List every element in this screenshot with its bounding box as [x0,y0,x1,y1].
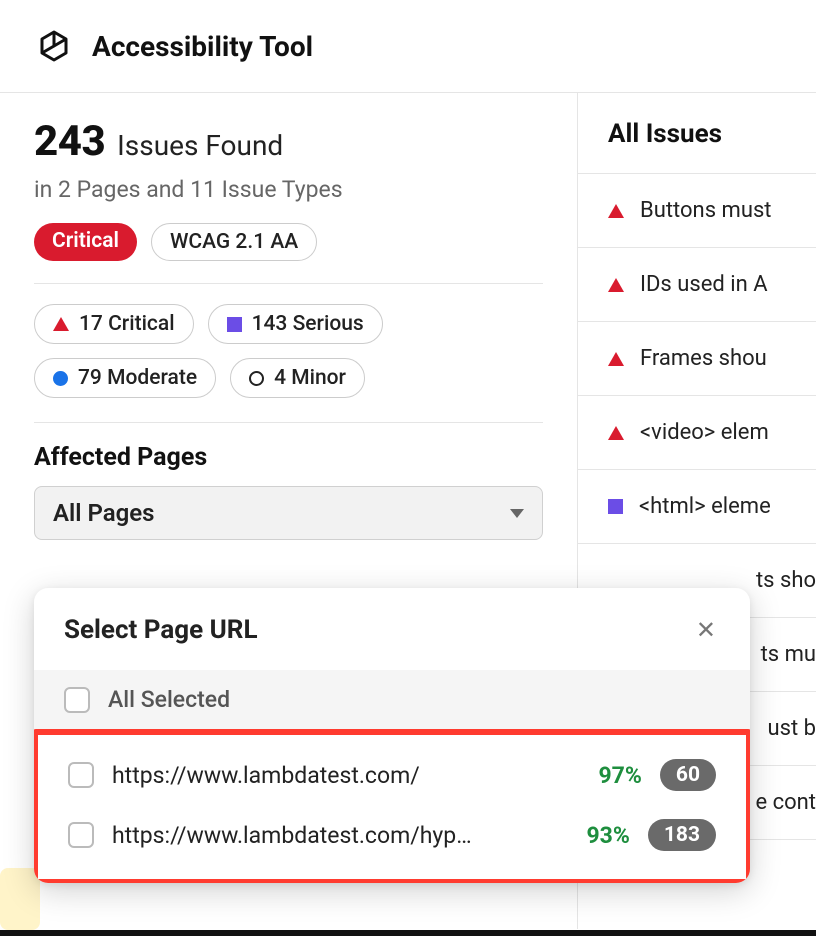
page-url-popover: Select Page URL ✕ All Selected https://w… [34,588,750,883]
issues-subline: in 2 Pages and 11 Issue Types [34,176,543,203]
serious-icon [227,317,242,332]
issues-count: 243 [34,117,105,166]
popover-title: Select Page URL [64,615,258,645]
minor-icon [249,371,264,386]
issue-text: ust b [768,716,816,741]
chip-serious-label: 143 Serious [252,312,364,336]
app-header: Accessibility Tool [0,0,816,93]
chip-critical[interactable]: 17 Critical [34,304,194,344]
issue-text: e cont [755,790,816,815]
background-card [0,868,40,930]
critical-icon [608,352,624,366]
issue-row[interactable]: <html> eleme [578,470,816,544]
page-url-row[interactable]: https://www.lambdatest.com/ 97% 60 [38,745,746,805]
chip-serious[interactable]: 143 Serious [208,304,383,344]
bottom-shadow [0,930,816,936]
chip-critical-label: 17 Critical [79,312,175,336]
critical-icon [608,204,624,218]
issues-panel-title: All Issues [578,93,816,174]
issue-text: ts sho [756,568,816,593]
serious-icon [608,499,623,514]
critical-icon [608,278,624,292]
pages-dropdown-label: All Pages [53,499,155,527]
app-logo-icon [34,26,74,66]
affected-pages-title: Affected Pages [34,443,543,472]
page-percentage: 93% [586,822,629,849]
issue-text: ts mu [761,642,816,667]
all-selected-row[interactable]: All Selected [34,670,750,729]
checkbox-all[interactable] [64,687,90,713]
page-url-list-highlight: https://www.lambdatest.com/ 97% 60 https… [34,729,750,883]
pages-dropdown[interactable]: All Pages [34,486,543,540]
page-url: https://www.lambdatest.com/hyp… [112,822,568,849]
page-url: https://www.lambdatest.com/ [112,762,580,789]
issue-row[interactable]: IDs used in A [578,248,816,322]
issue-row[interactable]: Frames shou [578,322,816,396]
tag-wcag[interactable]: WCAG 2.1 AA [151,223,317,261]
issue-text: IDs used in A [640,272,768,297]
issue-row[interactable]: Buttons must [578,174,816,248]
issue-text: <video> elem [640,420,769,445]
tag-critical[interactable]: Critical [34,223,137,261]
page-url-row[interactable]: https://www.lambdatest.com/hyp… 93% 183 [38,805,746,865]
page-issue-count: 60 [660,759,716,791]
issue-row[interactable]: <video> elem [578,396,816,470]
chevron-down-icon [510,509,524,518]
checkbox-page[interactable] [68,822,94,848]
app-title: Accessibility Tool [92,30,313,63]
issue-text: <html> eleme [639,494,771,519]
critical-icon [53,317,69,331]
divider [34,283,543,284]
issues-count-label: Issues Found [117,129,283,162]
issue-text: Frames shou [640,346,767,371]
chip-moderate[interactable]: 79 Moderate [34,358,216,398]
issue-text: Buttons must [640,198,772,223]
page-issue-count: 183 [648,819,716,851]
moderate-icon [53,371,68,386]
page-percentage: 97% [598,762,641,789]
chip-minor-label: 4 Minor [274,366,346,390]
all-selected-label: All Selected [108,686,230,713]
chip-minor[interactable]: 4 Minor [230,358,365,398]
chip-moderate-label: 79 Moderate [78,366,197,390]
critical-icon [608,426,624,440]
close-icon[interactable]: ✕ [692,612,720,648]
divider [34,422,543,423]
checkbox-page[interactable] [68,762,94,788]
